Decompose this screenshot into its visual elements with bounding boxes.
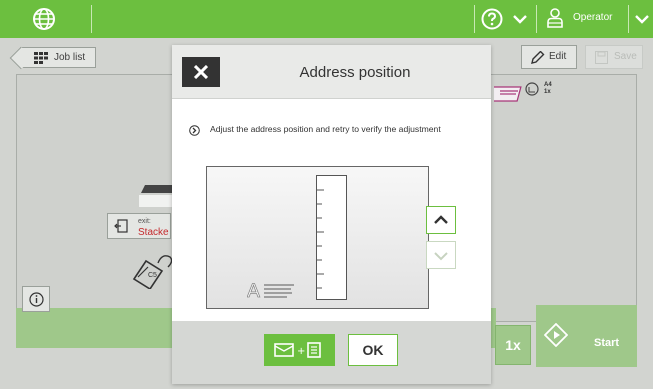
close-icon xyxy=(194,65,208,79)
address-position-dialog: Address position Adjust the address posi… xyxy=(172,45,491,384)
info-button[interactable] xyxy=(22,286,50,312)
tray-badge-count: 1x xyxy=(544,89,551,95)
close-button[interactable] xyxy=(182,57,220,87)
envelope-insert-icon xyxy=(132,255,173,289)
save-icon xyxy=(595,51,608,64)
print-preview-button[interactable]: + xyxy=(264,334,335,366)
edit-button[interactable]: Edit xyxy=(521,45,577,69)
move-down-button[interactable] xyxy=(426,241,456,269)
topbar-divider xyxy=(628,5,629,33)
chevron-down-icon[interactable] xyxy=(634,12,650,26)
exit-icon xyxy=(114,219,128,233)
chevron-down-icon xyxy=(434,252,448,261)
instruction-text: Adjust the address position and retry to… xyxy=(210,124,441,134)
start-button[interactable] xyxy=(536,305,637,367)
user-name[interactable]: Operator xyxy=(573,12,612,23)
chevron-down-icon[interactable] xyxy=(512,12,528,26)
save-button[interactable]: Save xyxy=(585,45,643,69)
topbar-divider xyxy=(536,5,537,33)
pencil-icon xyxy=(531,51,545,64)
topbar-divider xyxy=(91,5,92,33)
address-glyph: A xyxy=(247,280,260,298)
address-block-graphic: A xyxy=(247,280,294,298)
user-icon[interactable] xyxy=(546,7,564,31)
save-label: Save xyxy=(614,51,637,62)
chevron-up-icon xyxy=(434,215,448,224)
job-list-label: Job list xyxy=(54,52,86,63)
start-icon xyxy=(544,323,568,347)
job-list-icon xyxy=(34,52,48,64)
job-list-button[interactable]: Job list xyxy=(20,47,96,68)
info-icon xyxy=(29,292,44,307)
envelope-document-icon: + xyxy=(274,342,321,358)
arrow-right-icon xyxy=(189,125,200,136)
start-label: Start xyxy=(594,337,620,349)
topbar-divider xyxy=(474,5,475,33)
envelope-size-label: C5 xyxy=(148,272,157,279)
exit-value: Stacke xyxy=(138,227,169,238)
ok-button[interactable]: OK xyxy=(348,334,398,366)
move-up-button[interactable] xyxy=(426,206,456,234)
svg-text:+: + xyxy=(297,346,305,357)
dialog-header: Address position xyxy=(172,45,491,99)
globe-icon[interactable] xyxy=(32,7,56,31)
ruler-ticks xyxy=(317,189,324,289)
counter-button[interactable]: 1x xyxy=(495,325,531,365)
dialog-title: Address position xyxy=(299,64,411,81)
exit-label: exit: xyxy=(138,218,151,225)
help-icon[interactable] xyxy=(481,8,503,30)
top-bar: Operator xyxy=(0,0,653,38)
tray-badge-size: A4 xyxy=(544,82,552,88)
edit-label: Edit xyxy=(549,51,567,62)
position-ruler xyxy=(316,175,347,300)
